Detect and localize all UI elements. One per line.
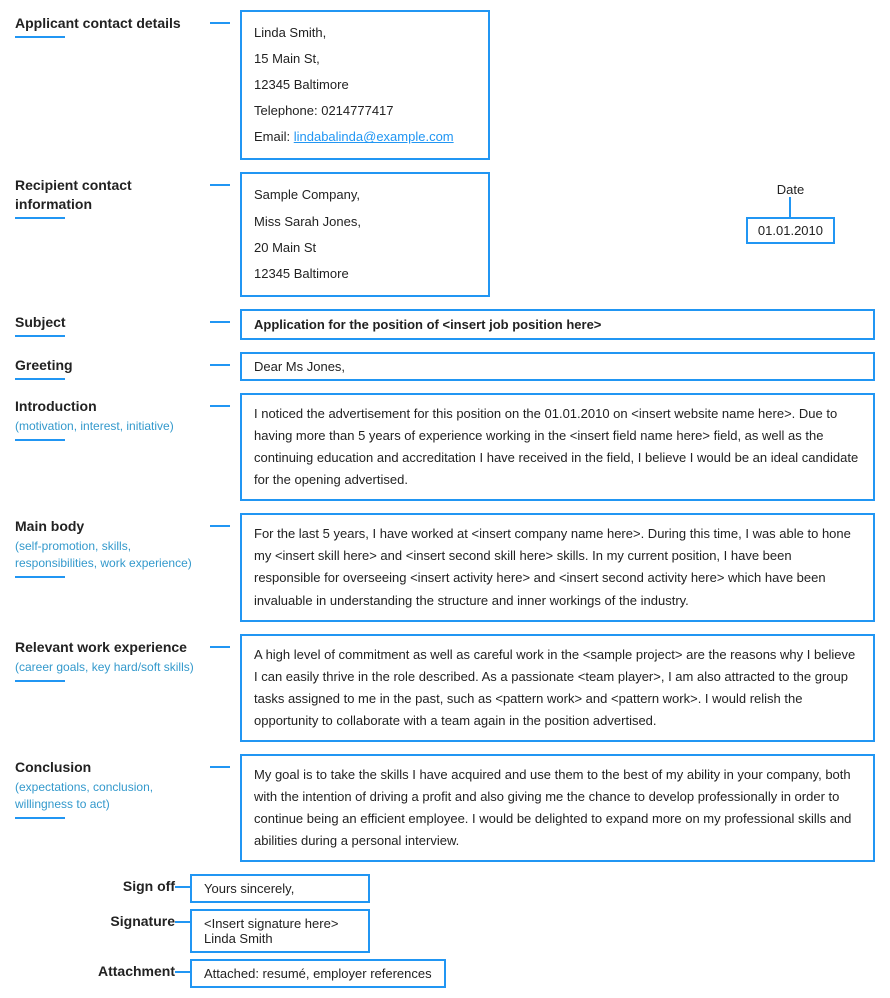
attachment-label: Attachment [65, 959, 175, 979]
relevant-work-label-col: Relevant work experience (career goals, … [15, 634, 200, 682]
greeting-label: Greeting [15, 356, 200, 374]
signature-label: Signature [65, 909, 175, 929]
introduction-section: Introduction (motivation, interest, init… [15, 393, 875, 501]
subject-label-col: Subject [15, 309, 200, 337]
recipient-label: Recipient contact information [15, 176, 200, 212]
conclusion-underline [15, 817, 65, 819]
applicant-connector [210, 22, 230, 24]
attachment-row: Attachment Attached: resumé, employer re… [65, 959, 875, 988]
bottom-section: Sign off Yours sincerely, Signature <Ins… [15, 874, 875, 988]
signature-row: Signature <Insert signature here> Linda … [65, 909, 875, 953]
applicant-underline [15, 36, 65, 38]
subject-box: Application for the position of <insert … [240, 309, 875, 340]
date-section: Date 01.01.2010 [746, 182, 835, 244]
subject-section: Subject Application for the position of … [15, 309, 875, 340]
subject-label: Subject [15, 313, 200, 331]
main-body-sub: (self-promotion, skills, responsibilitie… [15, 538, 200, 572]
applicant-box: Linda Smith, 15 Main St, 12345 Baltimore… [240, 10, 490, 160]
applicant-label: Applicant contact details [15, 14, 200, 32]
conclusion-box: My goal is to take the skills I have acq… [240, 754, 875, 862]
signoff-label: Sign off [65, 874, 175, 894]
introduction-connector [210, 405, 230, 407]
relevant-work-box: A high level of commitment as well as ca… [240, 634, 875, 742]
conclusion-sub: (expectations, conclusion, willingness t… [15, 779, 200, 813]
signature-name: Linda Smith [204, 931, 356, 946]
recipient-line-3: 20 Main St [254, 235, 476, 261]
conclusion-connector [210, 766, 230, 768]
applicant-line-4: Telephone: 0214777417 [254, 98, 476, 124]
conclusion-label: Conclusion [15, 758, 200, 776]
main-body-label: Main body [15, 517, 200, 535]
applicant-line-3: 12345 Baltimore [254, 72, 476, 98]
recipient-box: Sample Company, Miss Sarah Jones, 20 Mai… [240, 172, 490, 296]
recipient-line-1: Sample Company, [254, 182, 476, 208]
greeting-underline [15, 378, 65, 380]
introduction-box: I noticed the advertisement for this pos… [240, 393, 875, 501]
relevant-work-sub: (career goals, key hard/soft skills) [15, 659, 200, 676]
applicant-line-1: Linda Smith, [254, 20, 476, 46]
greeting-connector [210, 364, 230, 366]
relevant-work-section: Relevant work experience (career goals, … [15, 634, 875, 742]
subject-connector [210, 321, 230, 323]
conclusion-label-col: Conclusion (expectations, conclusion, wi… [15, 754, 200, 819]
recipient-line-2: Miss Sarah Jones, [254, 209, 476, 235]
applicant-email: lindabalinda@example.com [294, 129, 454, 144]
signoff-box: Yours sincerely, [190, 874, 370, 903]
main-body-connector [210, 525, 230, 527]
signoff-row: Sign off Yours sincerely, [65, 874, 875, 903]
signature-placeholder: <Insert signature here> [204, 916, 356, 931]
introduction-label-col: Introduction (motivation, interest, init… [15, 393, 200, 441]
recipient-connector [210, 184, 230, 186]
recipient-line-4: 12345 Baltimore [254, 261, 476, 287]
applicant-label-col: Applicant contact details [15, 10, 200, 38]
letter-layout: Applicant contact details Linda Smith, 1… [15, 10, 875, 988]
subject-underline [15, 335, 65, 337]
signature-box: <Insert signature here> Linda Smith [190, 909, 370, 953]
recipient-underline [15, 217, 65, 219]
attachment-connector [175, 971, 190, 973]
recipient-label-col: Recipient contact information [15, 172, 200, 218]
greeting-label-col: Greeting [15, 352, 200, 380]
attachment-box: Attached: resumé, employer references [190, 959, 446, 988]
greeting-box: Dear Ms Jones, [240, 352, 875, 381]
introduction-sub: (motivation, interest, initiative) [15, 418, 200, 435]
relevant-work-underline [15, 680, 65, 682]
date-box: 01.01.2010 [746, 217, 835, 244]
relevant-work-label: Relevant work experience [15, 638, 200, 656]
applicant-line-5: Email: lindabalinda@example.com [254, 124, 476, 150]
main-body-label-col: Main body (self-promotion, skills, respo… [15, 513, 200, 578]
main-body-underline [15, 576, 65, 578]
signature-connector [175, 921, 190, 923]
greeting-section: Greeting Dear Ms Jones, [15, 352, 875, 381]
introduction-underline [15, 439, 65, 441]
date-label: Date [777, 182, 804, 197]
introduction-label: Introduction [15, 397, 200, 415]
applicant-line-2: 15 Main St, [254, 46, 476, 72]
date-connector [789, 197, 791, 217]
applicant-section: Applicant contact details Linda Smith, 1… [15, 10, 875, 160]
recipient-date-row: Recipient contact information Sample Com… [15, 172, 875, 296]
recipient-section: Recipient contact information Sample Com… [15, 172, 746, 296]
signoff-connector [175, 886, 190, 888]
conclusion-section: Conclusion (expectations, conclusion, wi… [15, 754, 875, 862]
main-body-section: Main body (self-promotion, skills, respo… [15, 513, 875, 621]
relevant-work-connector [210, 646, 230, 648]
main-body-box: For the last 5 years, I have worked at <… [240, 513, 875, 621]
